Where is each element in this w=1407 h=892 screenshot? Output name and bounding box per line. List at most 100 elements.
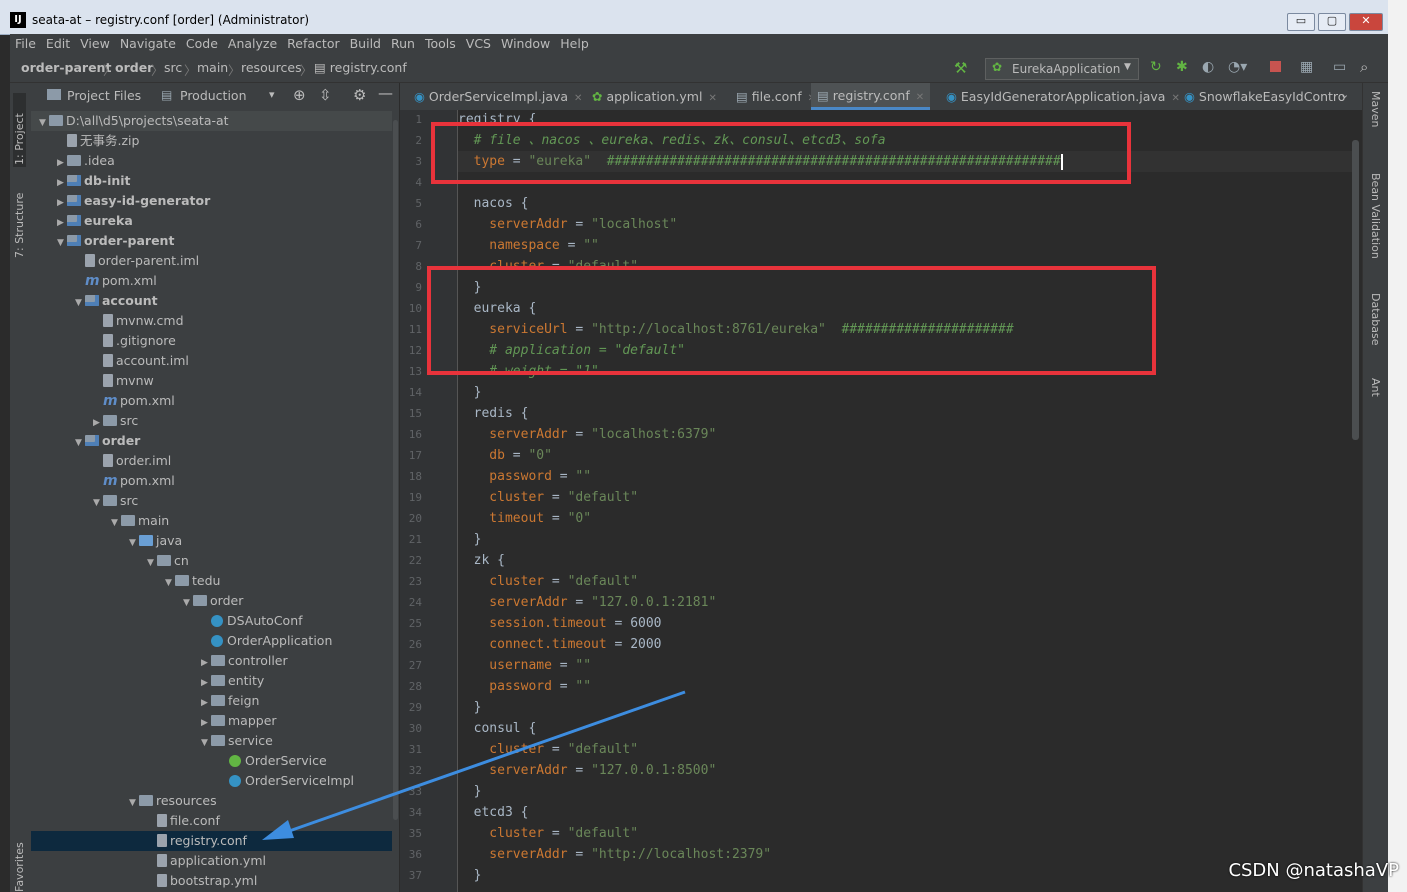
menu-vcs[interactable]: VCS [461,34,496,54]
tree-item[interactable]: ▶ src [31,411,392,431]
tab-project[interactable]: 1: Project [13,93,26,167]
search-icon[interactable]: ⌕ [1360,58,1368,76]
close-tab-icon[interactable]: ✕ [916,92,924,103]
tree-item[interactable]: DSAutoConf [31,611,392,631]
tree-item[interactable]: ▶ db-init [31,171,392,191]
collapse-all-icon[interactable]: ⇳ [319,86,332,104]
hide-panel-icon[interactable]: — [378,84,393,102]
tree-item[interactable]: m pom.xml [31,271,392,291]
menu-code[interactable]: Code [181,34,223,54]
project-files-tab[interactable]: Project Files [67,88,141,103]
tree-item[interactable]: ▼ main [31,511,392,531]
menu-edit[interactable]: Edit [41,34,75,54]
tree-item[interactable]: ▼ order [31,431,392,451]
expanded-arrow-icon[interactable]: ▼ [111,513,121,533]
breadcrumb-src[interactable]: src [164,60,182,75]
expanded-arrow-icon[interactable]: ▼ [57,233,67,253]
coverage-icon[interactable]: ◐ [1202,59,1214,75]
breadcrumb-order[interactable]: order [115,60,153,75]
collapsed-arrow-icon[interactable]: ▶ [201,673,211,693]
menu-help[interactable]: Help [555,34,594,54]
editor-tab[interactable]: ◉ SnowflakeEasyIdContro [1178,83,1351,110]
expanded-arrow-icon[interactable]: ▼ [165,573,175,593]
tree-item[interactable]: ▼ src [31,491,392,511]
tree-item[interactable]: ▼ java [31,531,392,551]
tree-item[interactable]: ▶ controller [31,651,392,671]
build-hammer-icon[interactable]: ⚒ [954,59,967,77]
menu-navigate[interactable]: Navigate [115,34,181,54]
tree-item[interactable]: account.iml [31,351,392,371]
collapsed-arrow-icon[interactable]: ▶ [57,153,67,173]
minimize-button[interactable]: ▭ [1287,13,1315,31]
stop-icon[interactable] [1270,61,1281,72]
chevron-down-icon[interactable]: ▾ [269,88,275,101]
tree-item[interactable]: .gitignore [31,331,392,351]
project-structure-icon[interactable]: ▦ [1300,59,1313,75]
menu-window[interactable]: Window [496,34,555,54]
collapsed-arrow-icon[interactable]: ▶ [93,413,103,433]
tree-item[interactable]: ▼ order [31,591,392,611]
menu-view[interactable]: View [75,34,115,54]
tree-item[interactable]: ▼ D:\all\d5\projects\seata-at [31,111,392,131]
collapsed-arrow-icon[interactable]: ▶ [201,713,211,733]
tab-favorites[interactable]: Favorites [13,838,26,892]
tree-item[interactable]: 无事务.zip [31,131,392,151]
expanded-arrow-icon[interactable]: ▼ [93,493,103,513]
menu-run[interactable]: Run [386,34,420,54]
collapsed-arrow-icon[interactable]: ▶ [57,213,67,233]
expanded-arrow-icon[interactable]: ▼ [129,793,139,813]
tab-list-chevron-icon[interactable]: ⌄ [1340,88,1349,101]
tree-item[interactable]: ▶ easy-id-generator [31,191,392,211]
breadcrumb-main[interactable]: main [197,60,228,75]
expanded-arrow-icon[interactable]: ▼ [75,293,85,313]
menu-file[interactable]: File [10,34,41,54]
collapsed-arrow-icon[interactable]: ▶ [57,173,67,193]
rerun-icon[interactable]: ↻ [1150,59,1162,75]
tab-ant[interactable]: Ant [1369,378,1382,418]
editor-tab[interactable]: ◉ OrderServiceImpl.java ✕ [408,83,588,110]
expanded-arrow-icon[interactable]: ▼ [147,553,157,573]
gear-icon[interactable]: ⚙ [353,86,366,104]
tree-item[interactable]: ▼ cn [31,551,392,571]
tree-item[interactable]: ▼ order-parent [31,231,392,251]
tree-item[interactable]: m pom.xml [31,471,392,491]
close-window-button[interactable]: ✕ [1349,13,1383,31]
breadcrumb-resources[interactable]: resources [241,60,302,75]
tree-item[interactable]: ▼ account [31,291,392,311]
tree-item[interactable]: ▼ tedu [31,571,392,591]
breadcrumb-file[interactable]: ▤ registry.conf [314,60,407,75]
expanded-arrow-icon[interactable]: ▼ [75,433,85,453]
tab-database[interactable]: Database [1369,293,1382,363]
editor-tab[interactable]: ▤ registry.conf ✕ [811,83,931,110]
locate-target-icon[interactable]: ⊕ [293,86,306,104]
breadcrumb-order-parent[interactable]: order-parent [21,60,111,75]
maximize-button[interactable]: ▢ [1318,13,1346,31]
tree-item[interactable]: order.iml [31,451,392,471]
profile-icon[interactable]: ◔▾ [1228,59,1247,75]
production-tab[interactable]: Production [180,88,247,103]
tree-item[interactable]: mvnw.cmd [31,311,392,331]
tree-item[interactable]: m pom.xml [31,391,392,411]
tab-structure[interactable]: 7: Structure [13,178,26,258]
close-tab-icon[interactable]: ✕ [574,93,582,104]
editor-tab[interactable]: ✿ application.yml ✕ [586,83,723,110]
editor-scrollbar[interactable] [1352,110,1362,892]
editor-tab[interactable]: ◉ EasyIdGeneratorApplication.java ✕ [940,83,1186,110]
tree-item[interactable]: OrderApplication [31,631,392,651]
tree-item[interactable]: mvnw [31,371,392,391]
run-config-select[interactable]: ✿ EurekaApplication ▼ [985,58,1139,80]
tree-item[interactable]: order-parent.iml [31,251,392,271]
menu-refactor[interactable]: Refactor [282,34,344,54]
tab-bean-validation[interactable]: Bean Validation [1369,173,1382,273]
menu-build[interactable]: Build [345,34,386,54]
tree-item[interactable]: application.yml [31,851,392,871]
collapsed-arrow-icon[interactable]: ▶ [57,193,67,213]
expanded-arrow-icon[interactable]: ▼ [39,113,49,133]
debug-bug-icon[interactable]: ✱ [1176,59,1188,75]
tree-item[interactable]: ▶ .idea [31,151,392,171]
menu-analyze[interactable]: Analyze [223,34,282,54]
editor-tab[interactable]: ▤ file.conf✕ [730,83,822,110]
tree-item[interactable]: ▶ eureka [31,211,392,231]
expanded-arrow-icon[interactable]: ▼ [129,533,139,553]
expanded-arrow-icon[interactable]: ▼ [201,733,211,753]
